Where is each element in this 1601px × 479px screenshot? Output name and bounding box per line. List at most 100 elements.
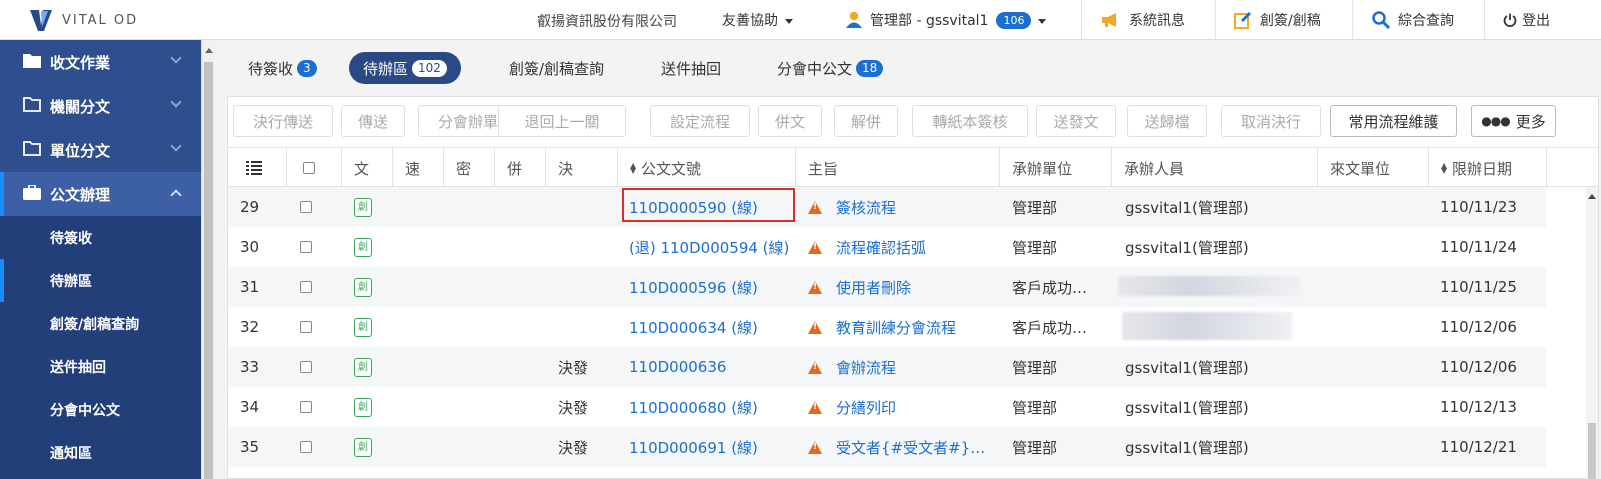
column-header-doc-number[interactable]: ▲ ▼ 公文文號 xyxy=(617,148,795,188)
subject-link[interactable]: 會辦流程 xyxy=(836,357,896,378)
subject-link[interactable]: 簽核流程 xyxy=(836,197,896,218)
column-list-toggle[interactable] xyxy=(228,148,286,188)
tab-count-badge: 18 xyxy=(856,59,884,77)
tab-create-query[interactable]: 創簽/創稿查詢 xyxy=(509,52,604,84)
create-sign-button[interactable]: 創簽/創稿 xyxy=(1234,0,1321,40)
sidebar-item-receive[interactable]: 收文作業 xyxy=(0,40,201,84)
tab-in-branch[interactable]: 分會中公文 18 xyxy=(777,52,884,84)
sidebar-subitem-withdraw[interactable]: 送件抽回 xyxy=(0,345,201,388)
send-button[interactable]: 傳送 xyxy=(341,105,405,137)
table-row[interactable]: 31 創 110D000596 (線) 使用者刪除 客戶成功… 110/11/2… xyxy=(228,267,1546,307)
table-row[interactable]: 34 創 決發 110D000680 (線) 分繕列印 管理部 gssvital… xyxy=(228,387,1546,427)
sidebar-item-document-handling[interactable]: 公文辦理 xyxy=(0,172,201,216)
row-person: gssvital1(管理部) xyxy=(1125,198,1249,217)
more-button[interactable]: ●●● 更多 xyxy=(1471,105,1556,137)
tab-bar: 待簽收 3 待辦區 102 創簽/創稿查詢 送件抽回 分會中公文 18 xyxy=(215,40,1601,92)
logo-icon xyxy=(30,10,52,31)
doc-number-link[interactable]: 110D000636 xyxy=(629,347,726,387)
table-row[interactable]: 32 創 110D000634 (線) 教育訓練分會流程 客戶成功… 110/1… xyxy=(228,307,1546,347)
tab-label: 待辦區 xyxy=(363,59,409,78)
tab-todo[interactable]: 待辦區 102 xyxy=(349,52,461,84)
row-checkbox-cell xyxy=(300,427,312,467)
row-checkbox[interactable] xyxy=(300,201,312,213)
sidebar-subitem-notify[interactable]: 通知區 xyxy=(0,431,201,479)
table-row[interactable]: 29 創 110D000590 (線) 簽核流程 管理部 gssvital1(管… xyxy=(228,187,1546,227)
create-tag: 創 xyxy=(354,397,372,417)
scrollbar-thumb[interactable] xyxy=(204,62,213,479)
row-checkbox-cell xyxy=(300,187,312,227)
user-count-badge: 106 xyxy=(996,11,1032,29)
warning-icon xyxy=(808,440,822,454)
send-out-button[interactable]: 送發文 xyxy=(1036,105,1116,137)
column-header-due-date[interactable]: ▲ ▼ 限辦日期 xyxy=(1428,148,1546,188)
scroll-up-icon[interactable] xyxy=(1588,194,1596,199)
sidebar-item-agency-distribute[interactable]: 機關分文 xyxy=(0,84,201,128)
return-previous-button[interactable]: 退回上一關 xyxy=(498,105,626,137)
subject-link[interactable]: 使用者刪除 xyxy=(836,277,911,298)
briefcase-icon xyxy=(23,185,41,200)
row-checkbox[interactable] xyxy=(300,361,312,373)
system-message-button[interactable]: 系統訊息 xyxy=(1101,0,1185,40)
table-scrollbar[interactable] xyxy=(1546,187,1598,479)
cancel-decision-button[interactable]: 取消決行 xyxy=(1221,105,1321,137)
scroll-up-icon[interactable] xyxy=(205,48,213,53)
row-due-date: 110/11/24 xyxy=(1440,238,1517,256)
column-header: 承辦單位 xyxy=(999,148,1111,188)
doc-number-link[interactable]: 110D000691 (線) xyxy=(629,427,758,467)
tab-pending-sign[interactable]: 待簽收 3 xyxy=(248,52,317,84)
sidebar-scrollbar[interactable] xyxy=(201,40,215,479)
row-decision: 決發 xyxy=(558,358,589,377)
row-checkbox[interactable] xyxy=(300,281,312,293)
doc-number-link[interactable]: 110D000596 (線) xyxy=(629,267,758,307)
friendly-assist-menu[interactable]: 友善協助 xyxy=(722,0,793,40)
row-type-cell: 創 xyxy=(354,427,372,467)
row-due-date: 110/12/13 xyxy=(1440,398,1517,416)
subject-link[interactable]: 分繕列印 xyxy=(836,397,896,418)
power-icon xyxy=(1503,13,1517,27)
merge-button[interactable]: 併文 xyxy=(758,105,822,137)
tab-count-badge: 102 xyxy=(412,59,447,77)
sidebar-subitem-pending-sign[interactable]: 待簽收 xyxy=(0,216,201,259)
sidebar-item-unit-distribute[interactable]: 單位分文 xyxy=(0,128,201,172)
warning-icon xyxy=(808,280,822,294)
tab-withdraw[interactable]: 送件抽回 xyxy=(661,52,721,84)
sidebar-subitem-in-branch[interactable]: 分會中公文 xyxy=(0,388,201,431)
row-type-cell: 創 xyxy=(354,347,372,387)
table-row[interactable]: 30 創 (退) 110D000594 (線) 流程確認括弧 管理部 gssvi… xyxy=(228,227,1546,267)
row-checkbox[interactable] xyxy=(300,441,312,453)
row-subject-cell: 會辦流程 xyxy=(808,347,896,387)
decide-send-button[interactable]: 決行傳送 xyxy=(233,105,333,137)
row-checkbox[interactable] xyxy=(300,401,312,413)
table-body: 29 創 110D000590 (線) 簽核流程 管理部 gssvital1(管… xyxy=(228,187,1546,479)
common-flow-button[interactable]: 常用流程維護 xyxy=(1330,105,1457,137)
column-header-spacer xyxy=(1546,148,1598,188)
logout-button[interactable]: 登出 xyxy=(1503,0,1550,40)
redacted-person xyxy=(1122,312,1292,340)
paper-sign-button[interactable]: 轉紙本簽核 xyxy=(912,105,1028,137)
select-all-checkbox[interactable] xyxy=(303,162,315,174)
row-checkbox[interactable] xyxy=(300,321,312,333)
doc-number-link[interactable]: (退) 110D000594 (線) xyxy=(629,227,789,267)
tab-count-badge: 3 xyxy=(297,59,317,77)
doc-number-link[interactable]: 110D000680 (線) xyxy=(629,387,758,427)
sidebar-subitem-todo[interactable]: 待辦區 xyxy=(0,259,201,302)
row-checkbox-cell xyxy=(300,387,312,427)
subject-link[interactable]: 受文者{#受文者#}… xyxy=(836,437,985,458)
table-row[interactable]: 35 創 決發 110D000691 (線) 受文者{#受文者#}… 管理部 g… xyxy=(228,427,1546,467)
row-number: 30 xyxy=(240,238,260,256)
unmerge-button[interactable]: 解併 xyxy=(834,105,898,137)
row-checkbox[interactable] xyxy=(300,241,312,253)
subject-link[interactable]: 流程確認括弧 xyxy=(836,237,926,258)
table-header: 文 速 密 併 決 ▲ ▼ 公文文號 主旨 承辦單位 承辦人員 來文單位 ▲ ▼ 限辦日… xyxy=(228,147,1598,188)
subject-link[interactable]: 教育訓練分會流程 xyxy=(836,317,956,338)
table-row[interactable]: 33 創 決發 110D000636 會辦流程 管理部 gssvital1(管理… xyxy=(228,347,1546,387)
main-content: 待簽收 3 待辦區 102 創簽/創稿查詢 送件抽回 分會中公文 18 決行傳送… xyxy=(215,40,1601,479)
doc-number-link[interactable]: 110D000634 (線) xyxy=(629,307,758,347)
set-flow-button[interactable]: 設定流程 xyxy=(650,105,750,137)
scrollbar-thumb[interactable] xyxy=(1588,423,1596,479)
archive-button[interactable]: 送歸檔 xyxy=(1127,105,1207,137)
search-button[interactable]: 綜合查詢 xyxy=(1372,0,1454,40)
sidebar-subitem-create-query[interactable]: 創簽/創稿查詢 xyxy=(0,302,201,345)
user-menu[interactable]: 管理部 - gssvital1 106 xyxy=(846,0,1047,40)
row-decision: 決發 xyxy=(558,438,589,457)
